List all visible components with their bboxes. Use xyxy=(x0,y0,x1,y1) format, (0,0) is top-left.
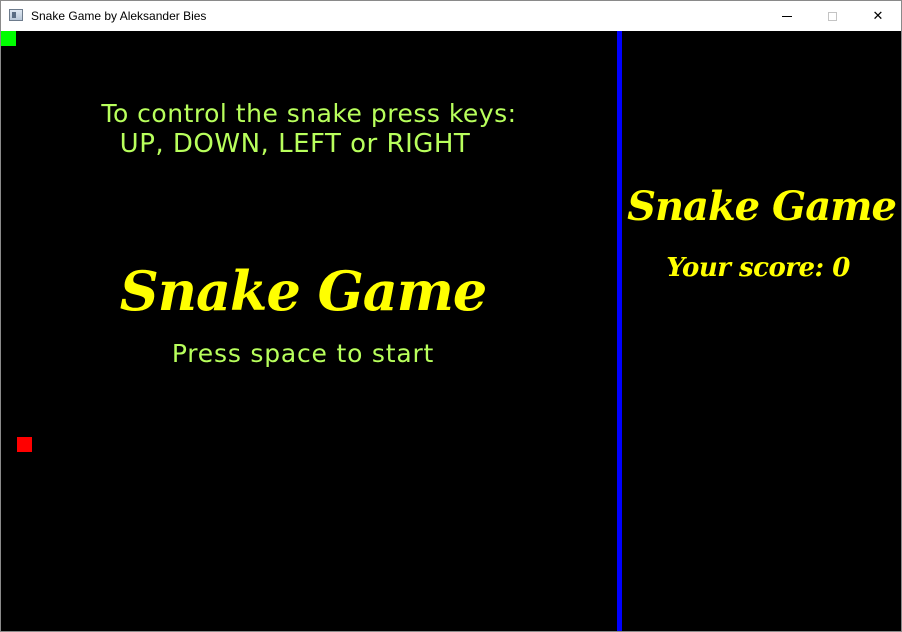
close-icon: ✕ xyxy=(872,8,884,24)
maximize-button[interactable] xyxy=(809,1,855,31)
snake-head xyxy=(1,31,16,46)
board-divider xyxy=(617,31,622,631)
minimize-icon xyxy=(782,15,792,17)
score-value: 0 xyxy=(832,253,850,283)
window-title: Snake Game by Aleksander Bies xyxy=(31,9,207,23)
game-window: Snake Game by Aleksander Bies ✕ To contr… xyxy=(0,0,902,632)
app-icon xyxy=(9,9,23,21)
controls-keys: UP, DOWN, LEFT or RIGHT xyxy=(119,129,471,159)
food-item xyxy=(17,437,32,452)
minimize-button[interactable] xyxy=(764,1,810,31)
title-bar[interactable]: Snake Game by Aleksander Bies ✕ xyxy=(1,1,901,31)
start-prompt: Press space to start xyxy=(171,339,435,368)
score-display: Your score: 0 xyxy=(622,253,894,283)
close-button[interactable]: ✕ xyxy=(855,1,901,31)
main-title: Snake Game xyxy=(119,259,487,323)
sidebar-title: Snake Game xyxy=(627,183,897,230)
controls-instruction: To control the snake press keys: xyxy=(101,99,517,128)
game-canvas[interactable]: To control the snake press keys: UP, DOW… xyxy=(1,31,901,631)
maximize-icon xyxy=(827,11,837,21)
score-label: Your score: xyxy=(666,253,833,283)
